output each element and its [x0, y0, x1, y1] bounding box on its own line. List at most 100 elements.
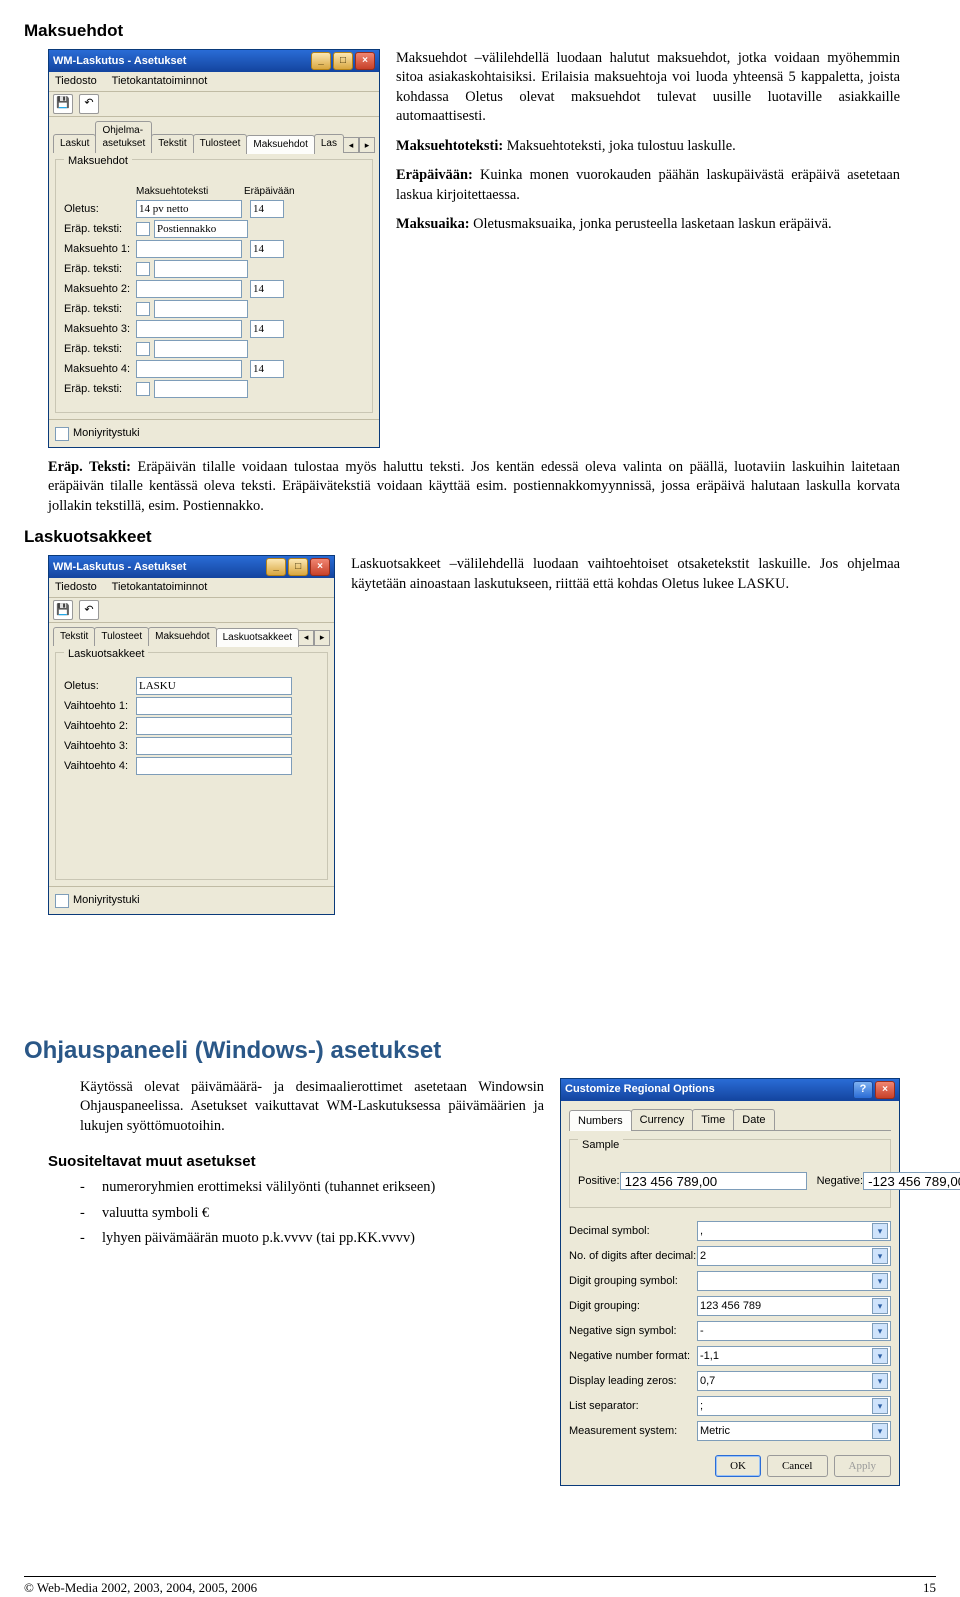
ok-button[interactable]: OK — [715, 1455, 761, 1477]
lbl-neg-sign: Negative sign symbol: — [569, 1324, 697, 1339]
menu-tietokanta-2[interactable]: Tietokantatoiminnot — [112, 581, 208, 593]
cb-erap-4[interactable] — [136, 382, 150, 396]
inp2-v3[interactable] — [136, 737, 292, 755]
chevron-down-icon: ▾ — [872, 1373, 888, 1389]
cb-erap-0[interactable] — [136, 222, 150, 236]
win2-title: WM-Laskutus - Asetukset — [53, 560, 186, 575]
undo-icon[interactable]: ↶ — [79, 94, 99, 114]
inp2-v2[interactable] — [136, 717, 292, 735]
tab-scroll-left-2[interactable]: ◂ — [298, 630, 314, 646]
sel-measurement[interactable]: Metric▾ — [697, 1421, 891, 1441]
close-button-2[interactable]: × — [310, 558, 330, 576]
sel-grouping-symbol[interactable]: ▾ — [697, 1271, 891, 1291]
cb-erap-2[interactable] — [136, 302, 150, 316]
help-button[interactable]: ? — [853, 1081, 873, 1099]
minimize-button[interactable]: _ — [311, 52, 331, 70]
inp-m4-era[interactable] — [250, 360, 284, 378]
heading-maksuehdot: Maksuehdot — [24, 20, 900, 43]
maximize-button[interactable]: □ — [333, 52, 353, 70]
cancel-button[interactable]: Cancel — [767, 1455, 828, 1477]
chevron-down-icon: ▾ — [872, 1398, 888, 1414]
cb-moniyritys-2[interactable] — [55, 894, 69, 908]
tab-tulosteet-2[interactable]: Tulosteet — [94, 627, 149, 646]
inp-erap-4[interactable] — [154, 380, 248, 398]
tab-date[interactable]: Date — [733, 1109, 774, 1131]
tab-laskuotsakkeet[interactable]: Laskuotsakkeet — [216, 628, 300, 647]
lbl-leading-zeros: Display leading zeros: — [569, 1374, 697, 1389]
apply-button[interactable]: Apply — [834, 1455, 892, 1477]
col-erapaivaan: Eräpäivään — [244, 185, 308, 199]
menu-tiedosto-2[interactable]: Tiedosto — [55, 581, 97, 593]
chevron-down-icon: ▾ — [872, 1273, 888, 1289]
inp-m3-teksti[interactable] — [136, 320, 242, 338]
tab-maksuehdot-2[interactable]: Maksuehdot — [148, 627, 216, 646]
sel-digit-grouping[interactable]: 123 456 789▾ — [697, 1296, 891, 1316]
footer-copyright: © Web-Media 2002, 2003, 2004, 2005, 2006 — [24, 1579, 257, 1597]
heading-laskuotsakkeet: Laskuotsakkeet — [24, 526, 900, 549]
save-icon[interactable]: 💾 — [53, 94, 73, 114]
tab-las[interactable]: Las — [314, 134, 344, 153]
lbl2-v2: Vaihtoehto 2: — [64, 719, 136, 734]
lbl-m4: Maksuehto 4: — [64, 362, 136, 377]
close-button[interactable]: × — [355, 52, 375, 70]
tab-numbers[interactable]: Numbers — [569, 1110, 632, 1132]
tab-tulosteet[interactable]: Tulosteet — [193, 134, 248, 153]
sel-neg-format[interactable]: -1,1▾ — [697, 1346, 891, 1366]
sel-decimal-symbol[interactable]: ,▾ — [697, 1221, 891, 1241]
inp-m2-teksti[interactable] — [136, 280, 242, 298]
lbl-moniyritys-1: Moniyritystuki — [73, 426, 140, 441]
inp-erap-1[interactable] — [154, 260, 248, 278]
cb-erap-3[interactable] — [136, 342, 150, 356]
inp-m2-era[interactable] — [250, 280, 284, 298]
inp2-oletus[interactable] — [136, 677, 292, 695]
inp-oletus-teksti[interactable] — [136, 200, 242, 218]
inp2-v1[interactable] — [136, 697, 292, 715]
footer-page-number: 15 — [923, 1579, 936, 1597]
tab-tekstit[interactable]: Tekstit — [151, 134, 193, 153]
lbl-positive: Positive: — [578, 1174, 620, 1189]
tab-scroll-right[interactable]: ▸ — [359, 137, 375, 153]
tab-ohjelma[interactable]: Ohjelma-asetukset — [95, 121, 152, 153]
heading-suositeltavat: Suositeltavat muut asetukset — [48, 1152, 544, 1172]
para-3: Eräpäivään: Kuinka monen vuorokauden pää… — [396, 166, 900, 205]
lbl-list-sep: List separator: — [569, 1399, 697, 1414]
inp-erap-0[interactable] — [154, 220, 248, 238]
tab-maksuehdot[interactable]: Maksuehdot — [246, 135, 314, 154]
inp-m3-era[interactable] — [250, 320, 284, 338]
sel-digits-after[interactable]: 2▾ — [697, 1246, 891, 1266]
tab-tekstit-2[interactable]: Tekstit — [53, 627, 95, 646]
minimize-button-2[interactable]: _ — [266, 558, 286, 576]
inp2-v4[interactable] — [136, 757, 292, 775]
tab-time[interactable]: Time — [692, 1109, 734, 1131]
para-4: Maksuaika: Oletusmaksuaika, jonka perust… — [396, 215, 900, 234]
inp-erap-2[interactable] — [154, 300, 248, 318]
chevron-down-icon: ▾ — [872, 1223, 888, 1239]
undo-icon-2[interactable]: ↶ — [79, 600, 99, 620]
sel-neg-sign[interactable]: -▾ — [697, 1321, 891, 1341]
inp-erap-3[interactable] — [154, 340, 248, 358]
fieldset-legend: Maksuehdot — [64, 154, 132, 169]
lbl-negative: Negative: — [817, 1174, 863, 1189]
tab-scroll-right-2[interactable]: ▸ — [314, 630, 330, 646]
cb-moniyritys-1[interactable] — [55, 427, 69, 441]
tab-currency[interactable]: Currency — [631, 1109, 694, 1131]
sel-list-sep[interactable]: ;▾ — [697, 1396, 891, 1416]
maximize-button-2[interactable]: □ — [288, 558, 308, 576]
save-icon-2[interactable]: 💾 — [53, 600, 73, 620]
win1-title: WM-Laskutus - Asetukset — [53, 54, 186, 69]
menu-tiedosto[interactable]: Tiedosto — [55, 75, 97, 87]
menu-bar: Tiedosto Tietokantatoiminnot — [49, 72, 379, 92]
lbl-digits-after: No. of digits after decimal: — [569, 1249, 697, 1264]
inp-m1-era[interactable] — [250, 240, 284, 258]
tab-scroll-left[interactable]: ◂ — [343, 137, 359, 153]
close-button-3[interactable]: × — [875, 1081, 895, 1099]
inp-oletus-era[interactable] — [250, 200, 284, 218]
sel-leading-zeros[interactable]: 0,7▾ — [697, 1371, 891, 1391]
inp-m4-teksti[interactable] — [136, 360, 242, 378]
cb-erap-1[interactable] — [136, 262, 150, 276]
tab-laskut[interactable]: Laskut — [53, 134, 96, 153]
menu-tietokanta[interactable]: Tietokantatoiminnot — [112, 75, 208, 87]
li-1: numeroryhmien erottimeksi välilyönti (tu… — [80, 1178, 544, 1197]
inp-m1-teksti[interactable] — [136, 240, 242, 258]
window-regional-options: Customize Regional Options ? × Numbers C… — [560, 1078, 900, 1487]
